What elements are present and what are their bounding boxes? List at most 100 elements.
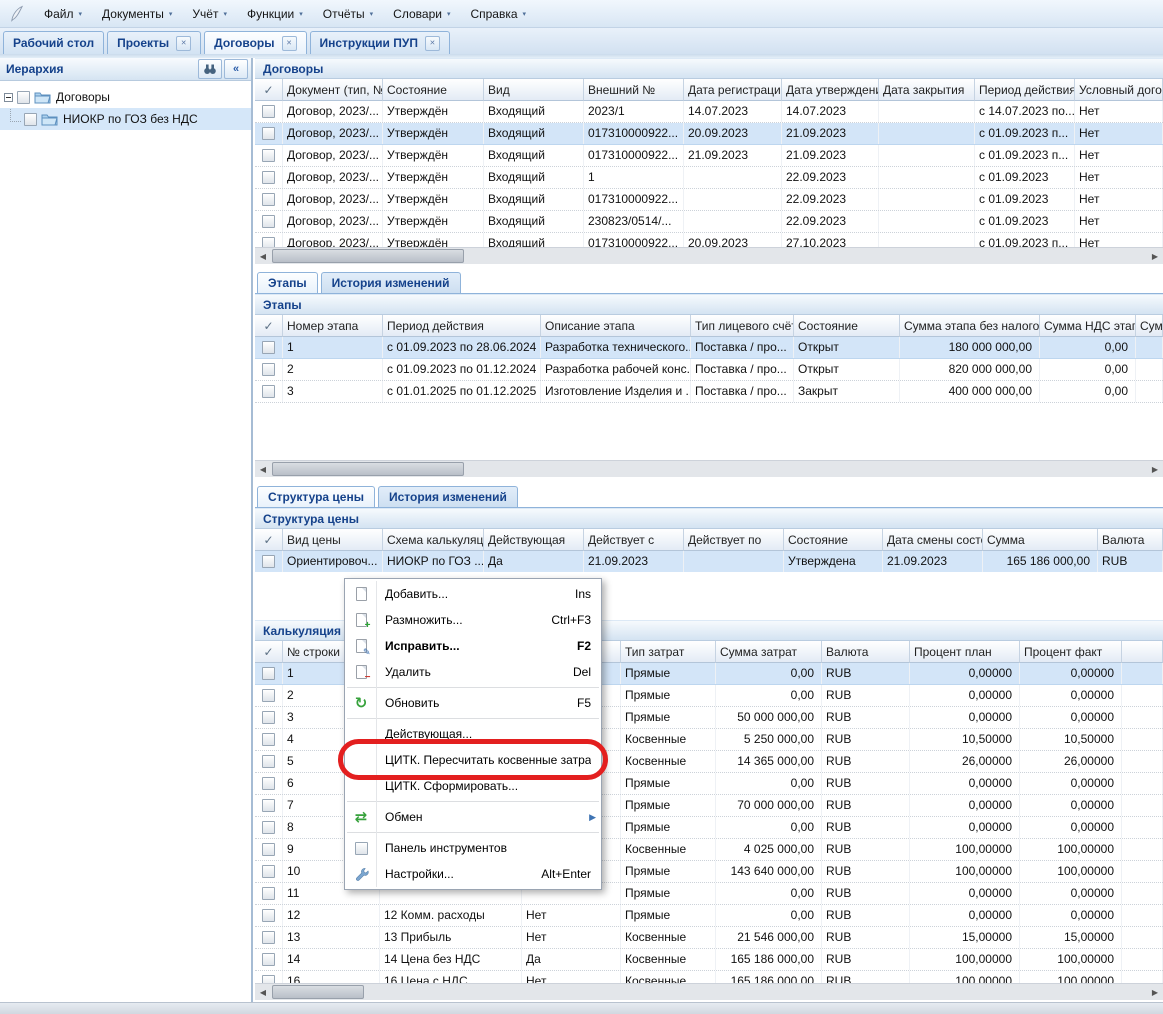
search-icon[interactable] [198,59,222,79]
contract-row[interactable]: Договор, 2023/...УтверждёнВходящий122.09… [255,167,1163,189]
stage-row[interactable]: 2с 01.09.2023 по 01.12.2024Разработка ра… [255,359,1163,381]
row-checkbox[interactable] [262,237,275,247]
scroll-thumb[interactable] [272,462,464,476]
column-header-checkmark[interactable]: ✓ [255,79,283,101]
context-menu-item[interactable]: ↻ОбновитьF5 [345,690,601,716]
stage-row[interactable]: 3с 01.01.2025 по 01.12.2025Изготовление … [255,381,1163,403]
calculation-row[interactable]: 1414 Цена без НДСДаКосвенные165 186 000,… [255,949,1163,971]
scroll-left-icon[interactable]: ◀ [255,249,271,263]
contract-row[interactable]: Договор, 2023/...УтверждёнВходящий017310… [255,233,1163,247]
column-header[interactable]: Сумма НДС этапа [1040,315,1136,337]
row-checkbox[interactable] [262,953,275,966]
row-checkbox[interactable] [262,341,275,354]
column-header[interactable]: Дата закрытия [879,79,975,101]
row-checkbox[interactable] [262,777,275,790]
column-header[interactable]: Сумма [983,529,1098,551]
column-header[interactable]: Схема калькуляци [383,529,484,551]
stages-tab[interactable]: История изменений [321,272,461,293]
column-header[interactable]: Сумма затрат [716,641,822,663]
column-header[interactable]: Дата смены состоя [883,529,983,551]
stage-row[interactable]: 1с 01.09.2023 по 28.06.2024Разработка те… [255,337,1163,359]
context-menu-item[interactable]: ⇄Обмен▶ [345,804,601,830]
row-checkbox[interactable] [262,105,275,118]
price-tab[interactable]: История изменений [378,486,518,507]
row-checkbox[interactable] [262,193,275,206]
context-menu-item[interactable]: Панель инструментов [345,835,601,861]
column-header[interactable]: Вид цены [283,529,383,551]
column-header[interactable]: Номер этапа [283,315,383,337]
column-header[interactable]: Валюта [1098,529,1163,551]
calculation-row[interactable]: 1212 Комм. расходыНетПрямые0,00RUB0,0000… [255,905,1163,927]
main-tab[interactable]: Договоры✕ [204,31,306,54]
tab-close-icon[interactable]: ✕ [176,36,191,51]
column-header[interactable]: Действует по [684,529,784,551]
scroll-left-icon[interactable]: ◀ [255,462,271,476]
price-row[interactable]: Ориентировоч...НИОКР по ГОЗ ...Да21.09.2… [255,551,1163,572]
context-menu-item[interactable]: Действующая... [345,721,601,747]
context-menu-item[interactable]: Добавить...Ins [345,581,601,607]
row-checkbox[interactable] [262,843,275,856]
column-header[interactable]: Тип затрат [621,641,716,663]
column-header[interactable]: Документ (тип, № [283,79,383,101]
main-tab[interactable]: Проекты✕ [107,31,201,54]
contract-row[interactable]: Договор, 2023/...УтверждёнВходящий017310… [255,189,1163,211]
row-checkbox[interactable] [262,909,275,922]
column-header[interactable]: Сум [1136,315,1163,337]
stages-hscrollbar[interactable]: ◀ ▶ [255,460,1163,477]
column-header[interactable]: Состояние [794,315,900,337]
column-header-checkmark[interactable]: ✓ [255,641,283,663]
menu-item[interactable]: Учёт▾ [182,3,237,25]
contracts-hscrollbar[interactable]: ◀ ▶ [255,247,1163,264]
contract-row[interactable]: Договор, 2023/...УтверждёнВходящий2023/1… [255,101,1163,123]
row-checkbox[interactable] [262,733,275,746]
stages-tab[interactable]: Этапы [257,272,318,293]
column-header[interactable]: Условный догов [1075,79,1163,101]
column-header[interactable]: Действует с [584,529,684,551]
tree-checkbox[interactable] [24,113,37,126]
row-checkbox[interactable] [262,975,275,983]
tree-item[interactable]: НИОКР по ГОЗ без НДС [0,108,251,130]
collapse-icon[interactable]: « [224,59,248,79]
tree-checkbox[interactable] [17,91,30,104]
column-header[interactable]: Дата утверждения [782,79,879,101]
scroll-right-icon[interactable]: ▶ [1147,985,1163,999]
column-header[interactable]: Действующая [484,529,584,551]
column-header[interactable]: Тип лицевого счёт [691,315,794,337]
menu-item[interactable]: Словари▾ [383,3,460,25]
scroll-thumb[interactable] [272,985,364,999]
column-header[interactable]: Внешний № [584,79,684,101]
row-checkbox[interactable] [262,385,275,398]
contract-row[interactable]: Договор, 2023/...УтверждёнВходящий230823… [255,211,1163,233]
row-checkbox[interactable] [262,667,275,680]
row-checkbox[interactable] [262,865,275,878]
column-header[interactable] [1122,641,1163,663]
row-checkbox[interactable] [262,555,275,568]
row-checkbox[interactable] [262,171,275,184]
column-header[interactable]: Процент план [910,641,1020,663]
tab-close-icon[interactable]: ✕ [425,36,440,51]
row-checkbox[interactable] [262,711,275,724]
row-checkbox[interactable] [262,149,275,162]
price-tab[interactable]: Структура цены [257,486,375,507]
column-header[interactable]: Описание этапа [541,315,691,337]
column-header[interactable]: Период действия [383,315,541,337]
column-header-checkmark[interactable]: ✓ [255,529,283,551]
row-checkbox[interactable] [262,755,275,768]
row-checkbox[interactable] [262,127,275,140]
row-checkbox[interactable] [262,363,275,376]
tree-item[interactable]: Договоры [0,86,251,108]
column-header[interactable]: Состояние [784,529,883,551]
context-menu-item[interactable]: Настройки...Alt+Enter [345,861,601,887]
menu-item[interactable]: Отчёты▾ [313,3,383,25]
calculation-hscrollbar[interactable]: ◀ ▶ [255,983,1163,1000]
context-menu-item[interactable]: ЦИТК. Пересчитать косвенные затраты... [345,747,601,773]
scroll-left-icon[interactable]: ◀ [255,985,271,999]
row-checkbox[interactable] [262,689,275,702]
scroll-right-icon[interactable]: ▶ [1147,249,1163,263]
context-menu-item[interactable]: ЦИТК. Сформировать... [345,773,601,799]
column-header-checkmark[interactable]: ✓ [255,315,283,337]
column-header[interactable]: Процент факт [1020,641,1122,663]
menu-item[interactable]: Файл▾ [34,3,92,25]
context-menu-item[interactable]: +Размножить...Ctrl+F3 [345,607,601,633]
column-header[interactable]: Сумма этапа без налогов [900,315,1040,337]
